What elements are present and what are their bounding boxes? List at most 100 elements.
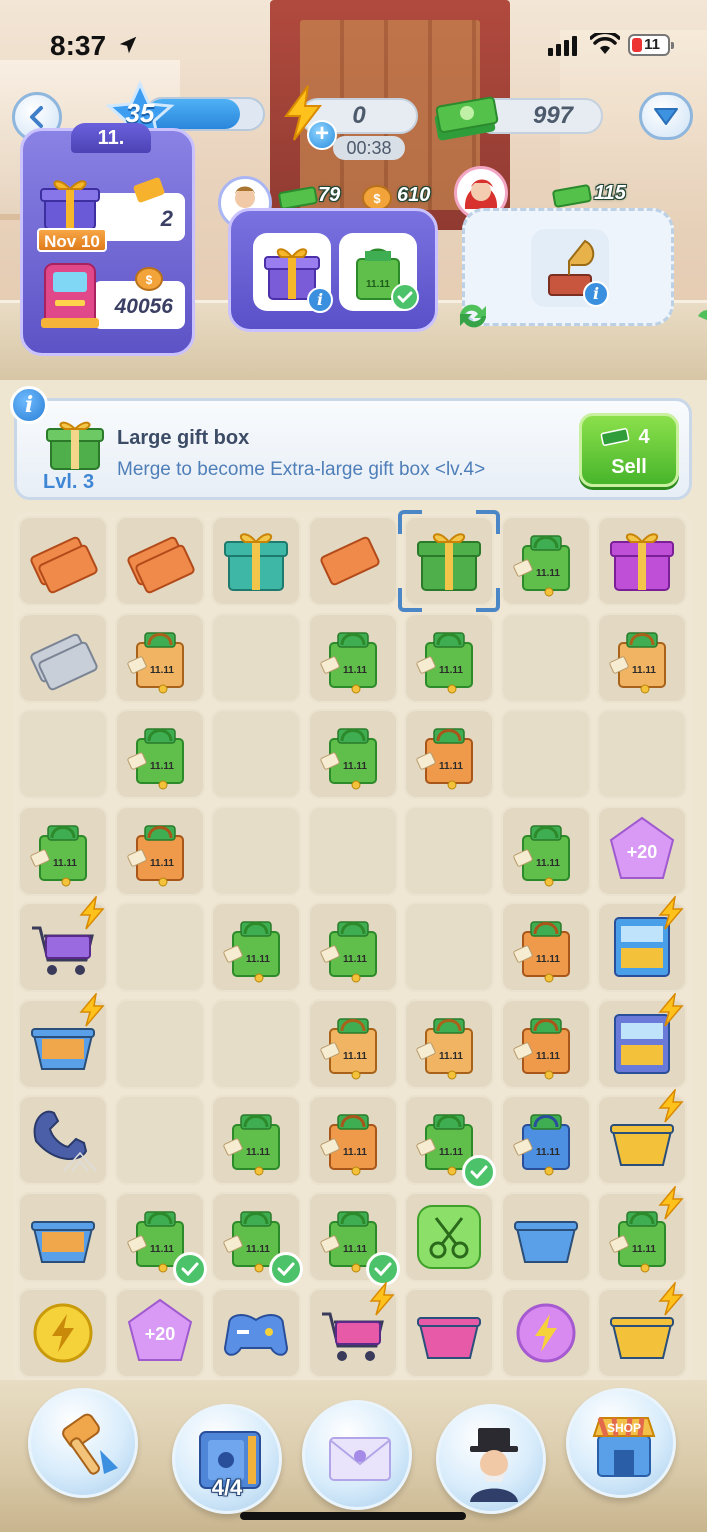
board-cell-bag-green[interactable]: 11.11 [500,516,591,606]
checkmark-icon [462,1155,496,1189]
event-panel[interactable]: 11. 2 40056 Nov 10 $ [20,123,195,356]
board-cell-bag-green-check[interactable]: 11.11 [211,1191,303,1286]
energy-bolt-icon [79,896,105,930]
battery-level: 11 [644,36,660,53]
board-cell-basket-yellow-bolt[interactable] [597,1282,687,1378]
board-cell-bag-green[interactable]: 11.11 [307,902,398,992]
board-cell-empty [404,902,494,992]
location-arrow-icon [119,36,137,54]
energy-bolt-icon [658,896,684,930]
dropdown-menu-button[interactable] [639,92,693,140]
board-cell-bag-green[interactable]: 11.11 [500,805,591,896]
board-cell-energy-orb[interactable] [500,1288,591,1378]
sell-button[interactable]: 4 Sell [579,413,679,487]
board-cell-bag-red-bolt[interactable]: 11.11 [597,1185,687,1282]
order-item-gramophone[interactable]: i [531,229,609,307]
shop-icon: SHOP [592,1417,656,1477]
order-item-shopping-bag[interactable]: 11.11 [339,233,419,311]
info-icon[interactable]: i [307,287,333,313]
board-cell-bag-tan[interactable]: 11.11 [114,612,205,703]
refresh-icon[interactable] [452,300,494,332]
board-cell-gamepad[interactable] [211,1288,301,1378]
info-icon[interactable]: i [583,281,609,307]
board-cell-bag-orange[interactable]: 11.11 [114,805,205,896]
board-cell-bag-green[interactable]: 11.11 [307,709,398,799]
svg-text:11.11: 11.11 [632,1244,656,1255]
board-cell-bag-green-check[interactable]: 11.11 [404,1095,496,1189]
mail-button[interactable] [302,1400,412,1510]
board-cell-empty [211,709,301,799]
board-cell-gem-20[interactable]: +20 [597,805,687,896]
board-cell-gem-20[interactable]: +20 [114,1288,205,1378]
board-cell-tray-blue[interactable] [500,1191,591,1282]
board-cell-bag-green[interactable]: 11.11 [211,902,301,992]
board-cell-ticket-orange[interactable] [114,516,205,606]
board-cell-phone-cobweb[interactable] [18,1095,108,1185]
board-cell-basket-pink[interactable] [404,1288,494,1378]
board-cell-empty [211,998,301,1089]
board-cell-coin-energy[interactable] [18,1288,108,1378]
shopping-bag-icon: 11.11 [319,921,377,983]
envelope-icon [329,1437,391,1481]
battery-icon: 11 [628,34,674,56]
board-cell-ticket-orange-2[interactable] [18,516,108,606]
board-cell-bag-green[interactable]: 11.11 [307,612,398,703]
refresh-icon[interactable] [690,300,707,332]
board-cell-bag-green[interactable]: 11.11 [404,612,494,703]
shopping-bag-icon: 11.11 [512,921,570,983]
board-cell-bag-blue[interactable]: 11.11 [500,1095,591,1185]
board-cell-empty [211,805,301,896]
coin-bag-icon: $ [362,185,392,211]
board-cell-bag-orange[interactable]: 11.11 [500,902,591,992]
board-cell-bag-green[interactable]: 11.11 [114,709,205,799]
info-button[interactable]: i [10,386,48,424]
board-cell-cart-pink-bolt[interactable] [307,1282,398,1378]
board-cell-bag-orange[interactable]: 11.11 [500,998,591,1089]
checkmark-icon [269,1251,303,1286]
board-cell-cart-bolt[interactable] [18,896,108,992]
order-item-gift-box[interactable]: i [253,233,333,313]
board-cell-bag-orange[interactable]: 11.11 [307,1095,398,1185]
energy-timer: 00:38 [333,136,405,160]
board-cell-gift-box-teal[interactable] [211,516,301,606]
board-cell-ticket-silver[interactable] [18,612,108,703]
board-cell-shelf-bolt[interactable] [597,992,687,1089]
hammer-button[interactable] [28,1388,138,1498]
svg-text:11.11: 11.11 [343,761,367,772]
shopping-bag-icon: 11.11 [416,1017,473,1079]
board-cell-bag-orange[interactable]: 11.11 [404,709,494,799]
board-cell-cabinet-bolt[interactable] [597,896,687,992]
board-cell-empty [307,805,398,896]
shopping-bag-icon: 11.11 [512,1114,570,1176]
coin-bag-icon: $ [135,267,163,291]
chevron-left-icon [30,106,43,128]
svg-text:11.11: 11.11 [150,761,174,772]
order-card-1[interactable]: i 11.11 [228,208,438,332]
energy-bolt-icon [658,1185,684,1219]
shop-button[interactable]: SHOP [566,1388,676,1498]
board-cell-bag-tan[interactable]: 11.11 [597,612,687,703]
board-cell-bag-green-check[interactable]: 11.11 [307,1191,400,1286]
svg-text:11.11: 11.11 [53,858,77,869]
svg-text:11.11: 11.11 [632,665,656,676]
board-cell-empty [500,612,591,703]
board-cell-scissors[interactable] [404,1191,494,1282]
board-cell-bag-green[interactable]: 11.11 [18,805,108,896]
board-cell-empty [114,1095,205,1185]
board-cell-box-open[interactable] [18,1191,108,1282]
board-cell-ticket-torn[interactable] [307,516,398,606]
safe-button[interactable]: 4/4 [172,1404,282,1514]
board-cell-gift-box-purple[interactable] [597,516,687,606]
svg-text:11.11: 11.11 [343,1051,367,1062]
board-cell-bag-tan[interactable]: 11.11 [404,998,494,1089]
board-cell-bag-green-check[interactable]: 11.11 [114,1191,207,1286]
board-cell-box-open-bolt[interactable] [18,992,108,1089]
board-cell-empty [18,709,108,799]
tycoon-button[interactable] [436,1404,546,1514]
board-cell-basket-bolt[interactable] [597,1089,687,1185]
board-cell-bag-tan[interactable]: 11.11 [307,998,398,1089]
board-cell-bag-green[interactable]: 11.11 [211,1095,301,1185]
board-cell-gift-box-green[interactable] [404,516,494,606]
svg-text:11.11: 11.11 [246,1147,270,1158]
gift-box-icon [417,533,481,591]
